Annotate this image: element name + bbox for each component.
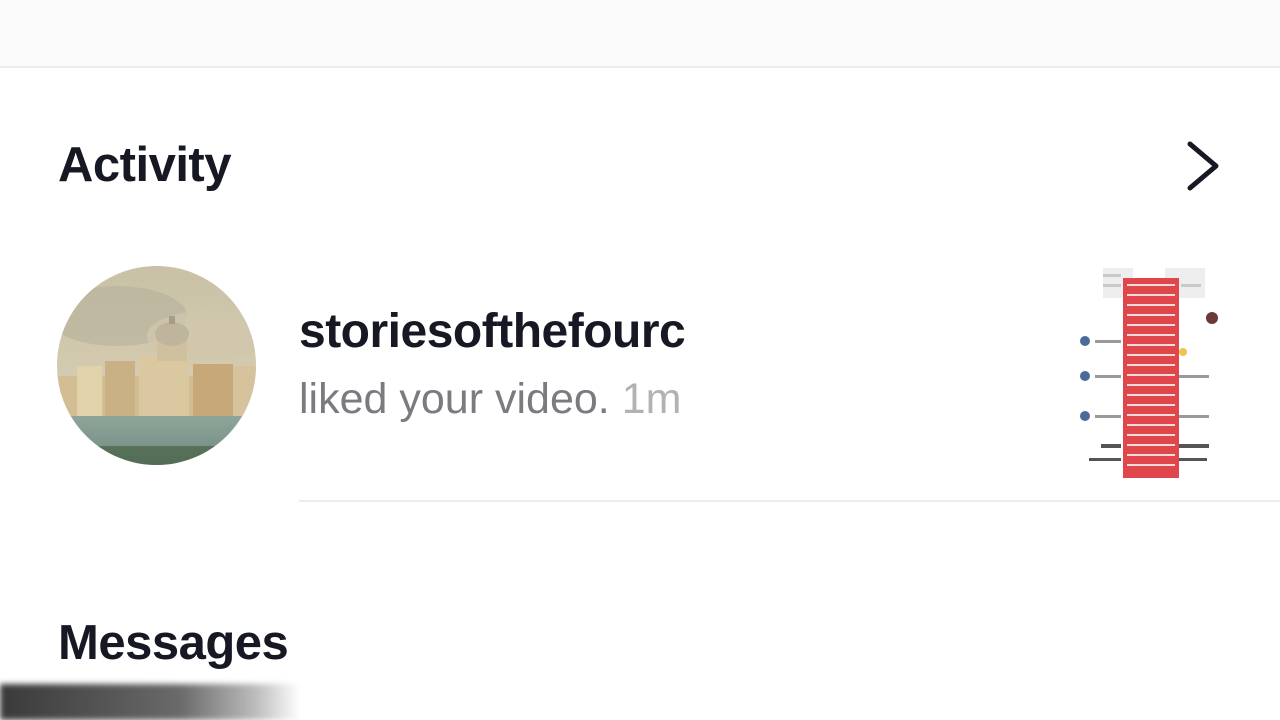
notifications-screen: Activity storiesofthefourc liked your vi… <box>0 0 1280 720</box>
activity-title: Activity <box>58 138 232 192</box>
header-bar <box>0 0 1280 66</box>
username-link[interactable]: storiesofthefourc <box>299 308 686 356</box>
header-divider <box>0 66 1280 68</box>
video-thumbnail[interactable] <box>1075 264 1221 480</box>
avatar[interactable] <box>57 266 256 465</box>
video-thumbnail-image <box>1075 264 1221 480</box>
notification-time: 1m <box>621 375 682 423</box>
chevron-right-icon[interactable] <box>1176 136 1232 196</box>
notification-text: liked your video. 1m <box>299 378 681 421</box>
avatar-image <box>57 266 256 465</box>
row-divider <box>299 500 1280 502</box>
blurred-overlay <box>0 684 300 720</box>
activity-notification-item[interactable]: storiesofthefourc liked your video. 1m <box>0 250 1280 490</box>
notification-action: liked your video. <box>299 375 610 423</box>
messages-title: Messages <box>58 616 289 670</box>
